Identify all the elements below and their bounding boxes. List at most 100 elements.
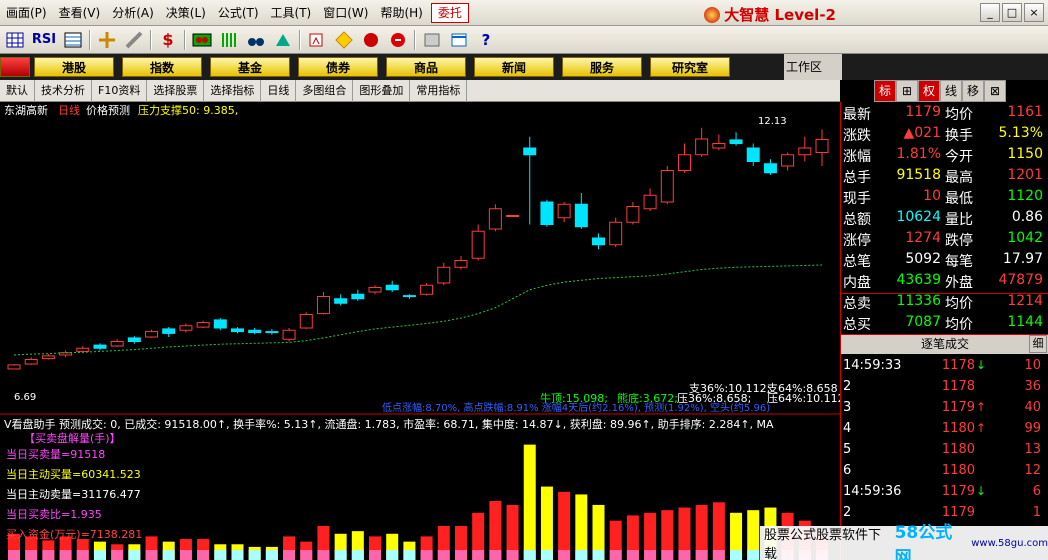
trade-direction-icon: ↑ xyxy=(976,421,987,435)
tab-biao[interactable]: 标 xyxy=(874,80,896,102)
flag-icon[interactable] xyxy=(306,29,328,51)
category-commodities[interactable]: 商品 xyxy=(386,57,466,77)
ctrl-select-stock[interactable]: 选择股票 xyxy=(147,79,205,102)
close-button[interactable]: × xyxy=(1024,3,1044,22)
candle-body xyxy=(41,355,55,360)
quote-label: 内盘 xyxy=(843,275,871,291)
volume-bar-inner xyxy=(540,550,553,560)
binocular-icon[interactable] xyxy=(191,29,213,51)
trade-volume: 99 xyxy=(1024,421,1041,436)
kline-chart[interactable]: 东湖高新 日线 价格预测 压力支撑50: 9.385, 12.13 6.69 牛… xyxy=(0,102,845,560)
menu-window[interactable]: 窗口(W) xyxy=(317,0,374,26)
volume-bar-inner xyxy=(472,550,485,560)
rsi-button[interactable]: RSI xyxy=(31,29,57,51)
volume-bar-inner xyxy=(661,550,674,560)
quote-label: 总额 xyxy=(843,212,871,228)
volume-bar-inner xyxy=(489,550,502,560)
trade-time: 2 xyxy=(843,505,852,520)
menu-decision[interactable]: 决策(L) xyxy=(160,0,212,26)
ruler-icon[interactable] xyxy=(123,29,145,51)
trade-price: 1180 xyxy=(941,463,975,478)
quote-label: 现手 xyxy=(843,191,871,207)
quote-label: 均价 xyxy=(945,317,973,333)
tab-yi[interactable]: 移 xyxy=(962,80,984,102)
quote-value: 17.97 xyxy=(1002,251,1043,267)
tab-xian[interactable]: 线 xyxy=(940,80,962,102)
menu-help[interactable]: 帮助(H) xyxy=(374,0,428,26)
dollar-icon[interactable]: $ xyxy=(157,29,179,51)
maximize-button[interactable]: □ xyxy=(1002,3,1022,22)
ctrl-multi-chart[interactable]: 多图组合 xyxy=(296,79,354,102)
ctrl-default[interactable]: 默认 xyxy=(0,79,35,102)
category-index[interactable]: 指数 xyxy=(122,57,202,77)
ctrl-common-indicators[interactable]: 常用指标 xyxy=(410,79,468,102)
ctrl-period-daily[interactable]: 日线 xyxy=(261,79,297,102)
category-services[interactable]: 服务 xyxy=(562,57,642,77)
toolbar-separator xyxy=(150,29,152,50)
category-bonds[interactable]: 债券 xyxy=(298,57,378,77)
indicator-table-icon[interactable] xyxy=(62,29,84,51)
quote-label: 每笔 xyxy=(945,254,973,270)
crosshair-icon[interactable] xyxy=(96,29,118,51)
window-icon[interactable] xyxy=(448,29,470,51)
bar-stripes-icon[interactable] xyxy=(218,29,240,51)
candle-body xyxy=(334,298,348,304)
help-cursor-icon[interactable]: ? xyxy=(475,29,497,51)
menu-trade-entrust[interactable]: 委托 xyxy=(430,2,469,23)
alert-icon[interactable] xyxy=(387,29,409,51)
volume-bar-inner xyxy=(214,550,227,560)
quote-label: 涨停 xyxy=(843,233,871,249)
news-icon[interactable] xyxy=(272,29,294,51)
tab-close[interactable]: ⊠ xyxy=(984,80,1006,102)
workzone-label[interactable]: 工作区 xyxy=(784,54,842,80)
category-hk-stocks[interactable]: 港股 xyxy=(34,57,114,77)
trade-row: 2 1178 36 xyxy=(841,379,1048,400)
trade-row: 6 1180 12 xyxy=(841,463,1048,484)
toolbar-separator xyxy=(414,29,416,50)
candle-body xyxy=(763,163,777,174)
volume-bar-inner xyxy=(730,550,743,560)
brand-name: 大智慧 Level-2 xyxy=(724,6,836,24)
forecast-summary: 低点涨幅:8.70%, 高点跌幅:8.91% 涨幅4天后(约2.16%), 预测… xyxy=(382,401,770,414)
chart-grid-icon[interactable] xyxy=(4,29,26,51)
trade-volume: 1 xyxy=(1032,505,1041,520)
minimize-button[interactable]: _ xyxy=(980,3,1000,22)
trades-detail-button[interactable]: 细 xyxy=(1029,335,1047,353)
candle-body xyxy=(316,296,330,315)
candle-body xyxy=(523,147,537,156)
trades-title: 逐笔成交 xyxy=(920,337,969,351)
volume-bar-inner xyxy=(609,550,622,560)
trade-price: 1178 xyxy=(941,379,975,394)
rocket-icon[interactable] xyxy=(360,29,382,51)
category-research[interactable]: 研究室 xyxy=(650,57,730,77)
candle-body xyxy=(540,201,554,225)
ctrl-technical-analysis[interactable]: 技术分析 xyxy=(35,79,92,102)
tab-grid[interactable]: ⊞ xyxy=(896,80,918,102)
category-news[interactable]: 新闻 xyxy=(474,57,554,77)
ctrl-f10[interactable]: F10资料 xyxy=(92,79,148,102)
volume-bar-inner xyxy=(712,550,725,560)
quote-value: 5.13% xyxy=(998,125,1043,141)
menu-view[interactable]: 查看(V) xyxy=(53,0,107,26)
trades-header: 逐笔成交 细 xyxy=(841,334,1048,354)
trade-time: 3 xyxy=(843,400,852,415)
volume-bar-inner xyxy=(437,550,450,560)
menu-tools[interactable]: 工具(T) xyxy=(265,0,318,26)
category-funds[interactable]: 基金 xyxy=(210,57,290,77)
ctrl-overlay[interactable]: 图形叠加 xyxy=(353,79,411,102)
ctrl-select-indicator[interactable]: 选择指标 xyxy=(204,79,262,102)
search-binocular-icon[interactable] xyxy=(245,29,267,51)
volume-bar-inner xyxy=(351,550,364,560)
menu-analysis[interactable]: 分析(A) xyxy=(106,0,160,26)
chart-area[interactable]: 东湖高新 日线 价格预测 压力支撑50: 9.385, 12.13 6.69 牛… xyxy=(0,102,845,560)
menu-screen[interactable]: 画面(P) xyxy=(0,0,53,26)
category-home-button[interactable] xyxy=(0,57,30,77)
trade-price: 1179 xyxy=(941,484,975,499)
clipboard-icon[interactable] xyxy=(421,29,443,51)
quote-value: 1274 xyxy=(905,230,941,246)
warning-diamond-icon[interactable] xyxy=(333,29,355,51)
menu-formula[interactable]: 公式(T) xyxy=(212,0,265,26)
candle-body xyxy=(643,194,657,210)
trade-volume: 10 xyxy=(1024,358,1041,373)
tab-quan[interactable]: 权 xyxy=(918,80,940,102)
